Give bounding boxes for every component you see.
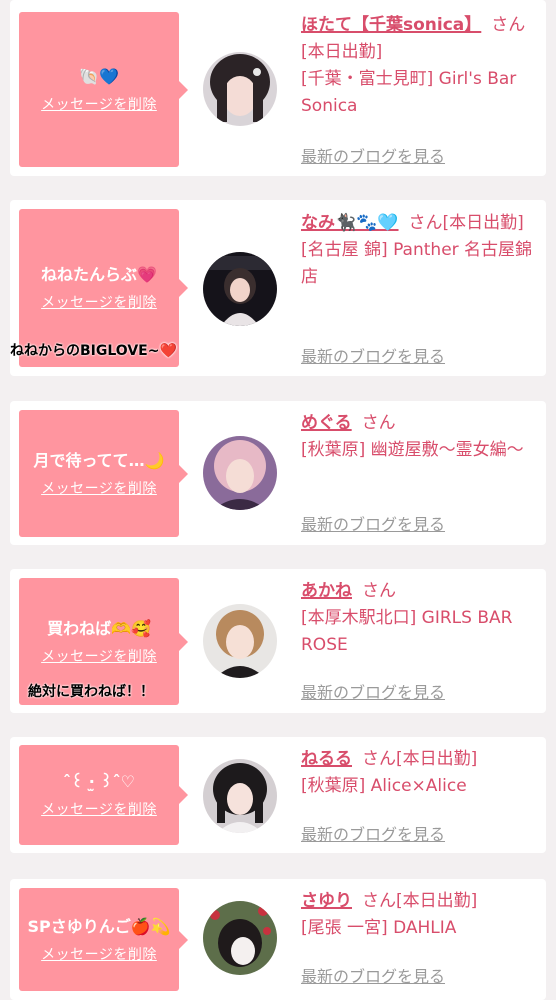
cast-name-link[interactable]: なみ🐈‍⬛🐾🩵 xyxy=(301,213,399,233)
honorific: さん xyxy=(362,749,396,769)
delete-message-link[interactable]: メッセージを削除 xyxy=(41,94,157,114)
cast-info: ねるる さん[本日出勤] [秋葉原] Alice×Alice xyxy=(301,746,539,800)
avatar[interactable] xyxy=(203,52,277,126)
message-text: 🐚💙 xyxy=(79,66,119,86)
cast-info: なみ🐈‍⬛🐾🩵 さん[本日出勤] [名古屋 錦] Panther 名古屋錦店 xyxy=(301,210,539,291)
honorific: さん xyxy=(361,413,396,433)
message-card: 月で待ってて…🌙 メッセージを削除 めぐる さん [秋葉原] 幽遊屋敷〜霊女編〜 … xyxy=(10,401,546,545)
shop-name: [本厚木駅北口] GIRLS BAR ROSE xyxy=(301,608,513,655)
message-sticker: 絶対に買わねば！！ xyxy=(28,684,154,700)
message-card: 買わねば🫶🥰 メッセージを削除 あかね さん [本厚木駅北口] GIRLS BAR… xyxy=(10,569,546,713)
work-status: [本日出勤] xyxy=(301,42,383,62)
message-text: ねねたんらぶ💗 xyxy=(41,265,157,284)
work-status: [本日出勤] xyxy=(396,891,478,911)
message-text: SPさゆりんご🍎💫 xyxy=(27,916,171,936)
message-bubble: 🐚💙 メッセージを削除 xyxy=(19,12,188,167)
honorific: さん xyxy=(362,891,396,911)
cast-info: あかね さん [本厚木駅北口] GIRLS BAR ROSE xyxy=(301,578,539,659)
delete-message-link[interactable]: メッセージを削除 xyxy=(41,292,157,312)
shop-name: [秋葉原] 幽遊屋敷〜霊女編〜 xyxy=(301,440,524,460)
latest-blog-link[interactable]: 最新のブログを見る xyxy=(301,679,445,703)
latest-blog-link[interactable]: 最新のブログを見る xyxy=(301,821,445,845)
message-card: ˆ꒰ ‧̫ ꒱ˆ♡ メッセージを削除 ねるる さん[本日出勤] [秋葉原] Ali… xyxy=(10,737,546,853)
avatar[interactable] xyxy=(203,604,277,678)
message-bubble: ˆ꒰ ‧̫ ꒱ˆ♡ メッセージを削除 xyxy=(19,745,188,845)
cast-name-link[interactable]: ねるる xyxy=(301,749,352,769)
honorific: さん xyxy=(491,15,526,35)
cast-info: めぐる さん [秋葉原] 幽遊屋敷〜霊女編〜 xyxy=(301,410,539,464)
delete-message-link[interactable]: メッセージを削除 xyxy=(41,478,157,498)
message-card: ねねたんらぶ💗 メッセージを削除 なみ🐈‍⬛🐾🩵 さん[本日出勤] [名古屋 錦]… xyxy=(10,200,546,376)
avatar[interactable] xyxy=(203,759,277,833)
message-card: SPさゆりんご🍎💫 メッセージを削除 さゆり さん[本日出勤] [尾張 一宮] D… xyxy=(10,879,546,1000)
honorific: さん xyxy=(408,213,443,233)
cast-name-link[interactable]: あかね xyxy=(301,581,352,601)
avatar[interactable] xyxy=(203,901,277,975)
message-bubble: 月で待ってて…🌙 メッセージを削除 xyxy=(19,410,188,537)
message-sticker: ねねからのBIGLOVE~❤️ xyxy=(10,343,177,359)
cast-name-link[interactable]: さゆり xyxy=(301,891,352,911)
message-text: 月で待ってて…🌙 xyxy=(33,450,165,470)
message-text: ˆ꒰ ‧̫ ꒱ˆ♡ xyxy=(62,772,136,791)
delete-message-link[interactable]: メッセージを削除 xyxy=(41,646,157,666)
shop-name: [名古屋 錦] Panther 名古屋錦店 xyxy=(301,240,533,287)
cast-info: さゆり さん[本日出勤] [尾張 一宮] DAHLIA xyxy=(301,888,539,942)
honorific: さん xyxy=(362,581,396,601)
work-status: [本日出勤] xyxy=(442,213,524,233)
avatar[interactable] xyxy=(203,436,277,510)
shop-name: [千葉・富士見町] Girl's Bar Sonica xyxy=(301,69,517,116)
latest-blog-link[interactable]: 最新のブログを見る xyxy=(301,143,445,167)
cast-info: ほたて【千葉sonica】 さん [本日出勤] [千葉・富士見町] Girl's B… xyxy=(301,12,539,120)
latest-blog-link[interactable]: 最新のブログを見る xyxy=(301,963,445,987)
latest-blog-link[interactable]: 最新のブログを見る xyxy=(301,343,445,367)
cast-name-link[interactable]: めぐる xyxy=(301,413,352,433)
latest-blog-link[interactable]: 最新のブログを見る xyxy=(301,511,445,535)
cast-name-link[interactable]: ほたて【千葉sonica】 xyxy=(301,15,481,35)
shop-name: [尾張 一宮] DAHLIA xyxy=(301,918,457,938)
message-bubble: SPさゆりんご🍎💫 メッセージを削除 xyxy=(19,888,188,991)
message-text: 買わねば🫶🥰 xyxy=(47,618,151,638)
delete-message-link[interactable]: メッセージを削除 xyxy=(41,944,157,964)
delete-message-link[interactable]: メッセージを削除 xyxy=(41,799,157,819)
work-status: [本日出勤] xyxy=(396,749,478,769)
message-card: 🐚💙 メッセージを削除 ほたて【千葉sonica】 さん [本日出勤] [千葉・富士… xyxy=(10,0,546,176)
shop-name: [秋葉原] Alice×Alice xyxy=(301,776,467,796)
avatar[interactable] xyxy=(203,252,277,326)
